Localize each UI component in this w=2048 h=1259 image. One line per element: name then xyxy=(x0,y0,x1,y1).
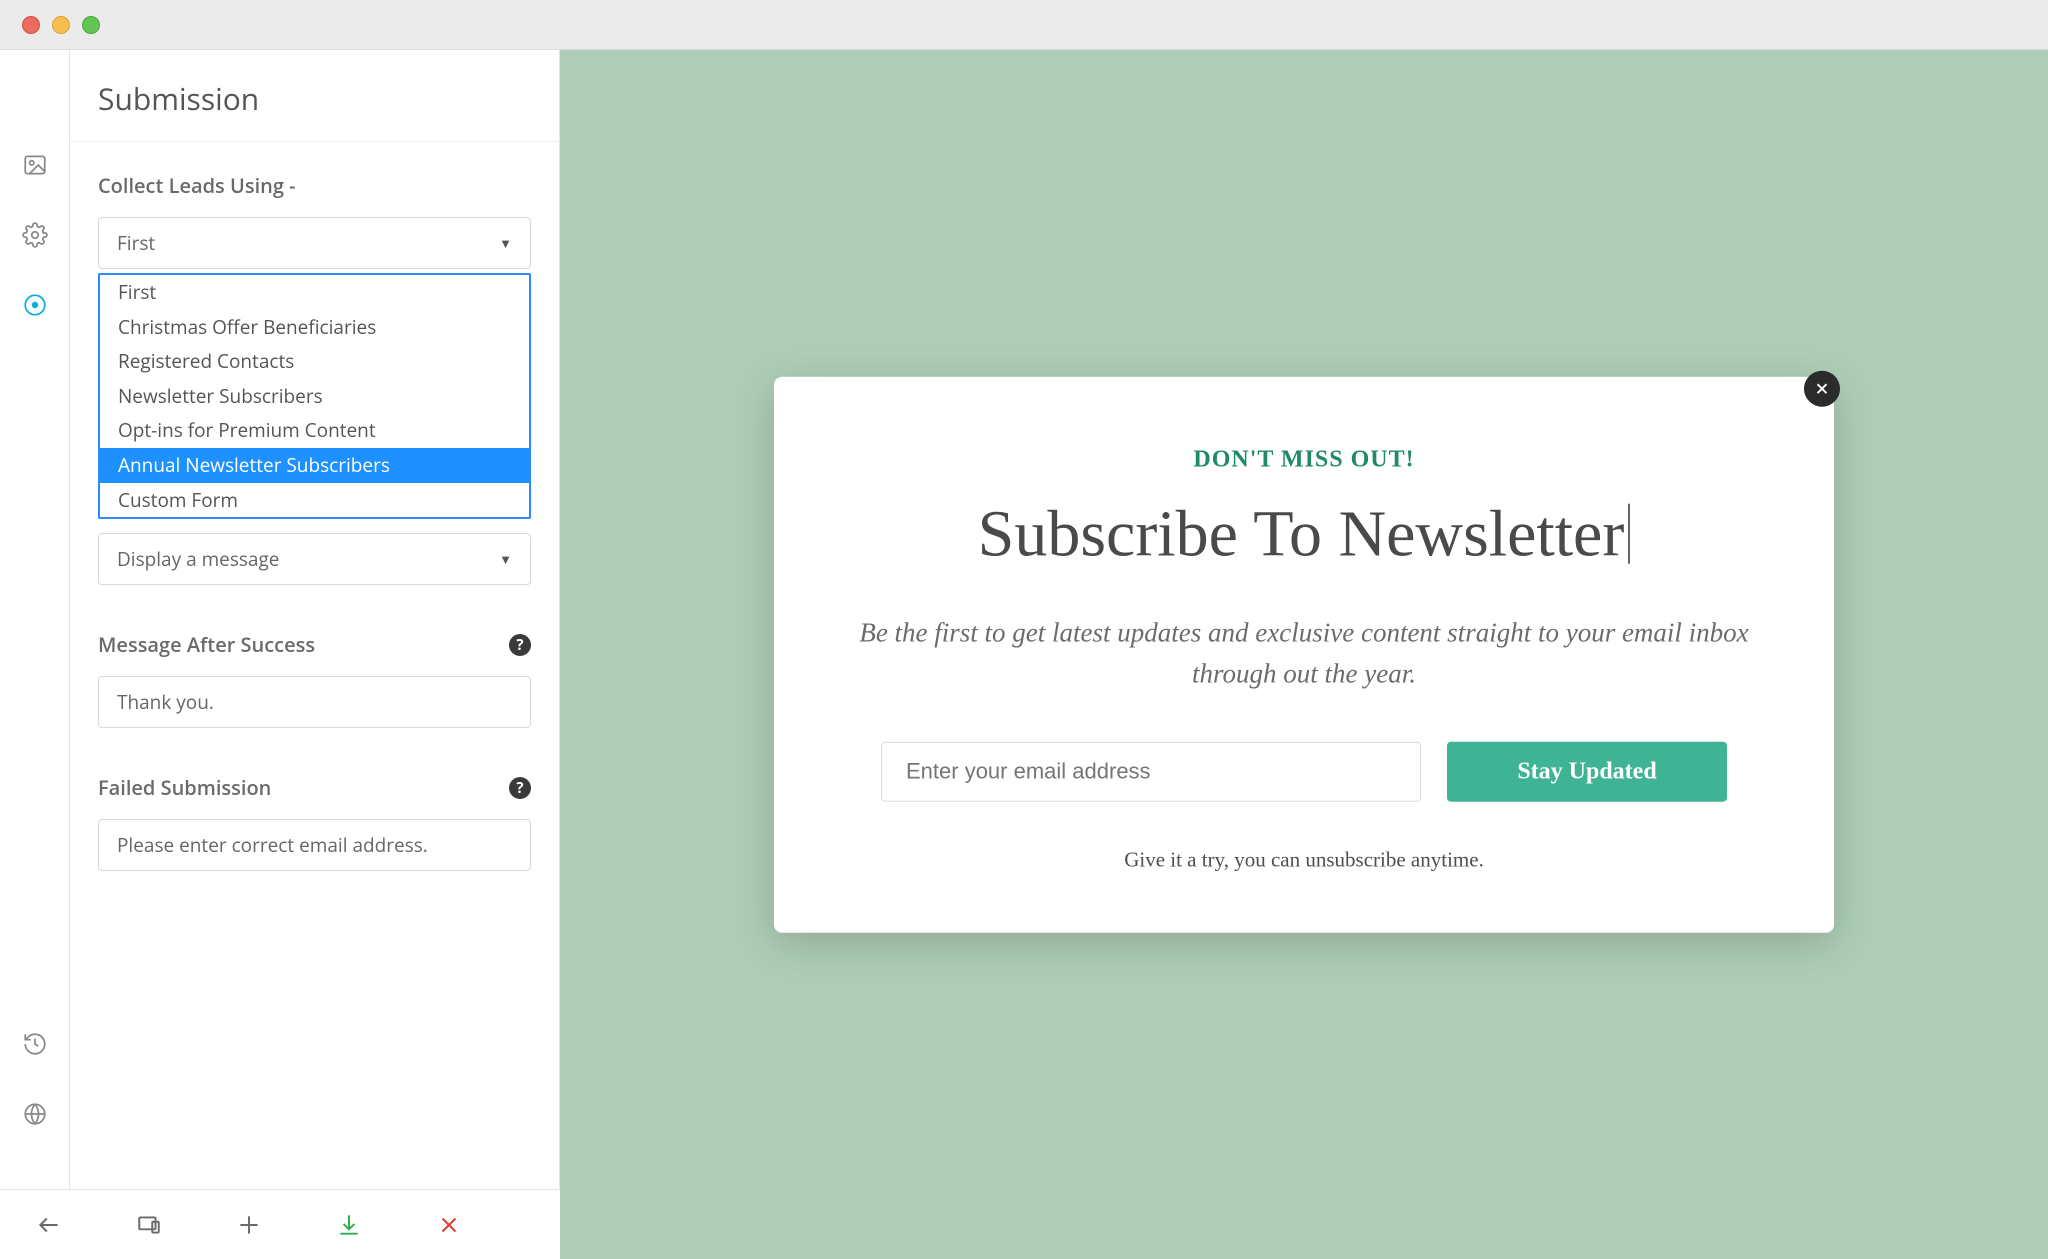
failed-message-value: Please enter correct email address. xyxy=(117,832,428,858)
chevron-down-icon: ▼ xyxy=(499,234,512,252)
collect-leads-selected: First xyxy=(117,230,155,256)
collect-option[interactable]: Opt-ins for Premium Content xyxy=(100,413,529,448)
email-input[interactable] xyxy=(881,742,1421,802)
bottom-toolbar xyxy=(0,1189,560,1259)
collect-leads-select[interactable]: First ▼ xyxy=(98,217,531,269)
failed-label-text: Failed Submission xyxy=(98,774,271,801)
failed-label: Failed Submission ? xyxy=(98,774,531,801)
chevron-down-icon: ▼ xyxy=(499,550,512,568)
after-submit-selected: Display a message xyxy=(117,546,279,572)
success-message-input[interactable]: Thank you. xyxy=(98,676,531,728)
settings-panel: Submission Collect Leads Using - First ▼… xyxy=(70,50,560,1259)
close-icon[interactable] xyxy=(434,1210,464,1240)
popup-headline[interactable]: Subscribe To Newsletter xyxy=(978,495,1631,571)
plus-icon[interactable] xyxy=(234,1210,264,1240)
collect-option[interactable]: First xyxy=(100,275,529,310)
history-icon[interactable] xyxy=(20,1029,50,1059)
success-label-text: Message After Success xyxy=(98,631,315,658)
popup-subhead[interactable]: Be the first to get latest updates and e… xyxy=(854,613,1754,694)
failed-message-input[interactable]: Please enter correct email address. xyxy=(98,819,531,871)
left-rail xyxy=(0,50,70,1259)
collect-leads-label: Collect Leads Using - xyxy=(98,172,531,199)
text-cursor xyxy=(1628,503,1630,563)
collect-leads-dropdown[interactable]: FirstChristmas Offer BeneficiariesRegist… xyxy=(98,273,531,519)
window-close-dot[interactable] xyxy=(22,16,40,34)
collect-option[interactable]: Newsletter Subscribers xyxy=(100,379,529,414)
download-icon[interactable] xyxy=(334,1210,364,1240)
success-message-value: Thank you. xyxy=(117,689,214,715)
collect-option[interactable]: Christmas Offer Beneficiaries xyxy=(100,310,529,345)
subscribe-button[interactable]: Stay Updated xyxy=(1447,742,1727,802)
window-titlebar xyxy=(0,0,2048,50)
panel-title: Submission xyxy=(70,50,559,142)
collect-option[interactable]: Annual Newsletter Subscribers xyxy=(100,448,529,483)
gear-icon[interactable] xyxy=(20,220,50,250)
close-icon[interactable] xyxy=(1804,370,1840,406)
window-minimize-dot[interactable] xyxy=(52,16,70,34)
popup-footnote[interactable]: Give it a try, you can unsubscribe anyti… xyxy=(854,848,1754,873)
image-icon[interactable] xyxy=(20,150,50,180)
target-icon[interactable] xyxy=(20,290,50,320)
after-submit-select[interactable]: Display a message ▼ xyxy=(98,533,531,585)
collect-option[interactable]: Registered Contacts xyxy=(100,344,529,379)
popup-eyebrow: DON'T MISS OUT! xyxy=(854,446,1754,473)
globe-icon[interactable] xyxy=(20,1099,50,1129)
newsletter-popup: DON'T MISS OUT! Subscribe To Newsletter … xyxy=(774,376,1834,933)
window-zoom-dot[interactable] xyxy=(82,16,100,34)
popup-headline-text: Subscribe To Newsletter xyxy=(978,497,1625,570)
success-label: Message After Success ? xyxy=(98,631,531,658)
canvas-area[interactable]: DON'T MISS OUT! Subscribe To Newsletter … xyxy=(560,50,2048,1259)
devices-icon[interactable] xyxy=(134,1210,164,1240)
help-icon[interactable]: ? xyxy=(509,777,531,799)
collect-option[interactable]: Custom Form xyxy=(100,483,529,518)
help-icon[interactable]: ? xyxy=(509,634,531,656)
back-icon[interactable] xyxy=(34,1210,64,1240)
